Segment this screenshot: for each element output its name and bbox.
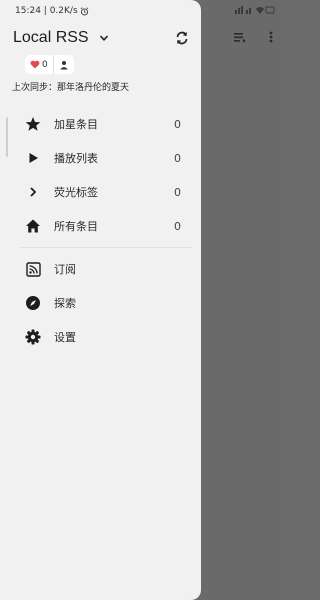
chevron-down-icon[interactable] bbox=[99, 33, 109, 43]
nav-item-highlight-tags[interactable]: 荧光标签 0 bbox=[0, 175, 201, 209]
person-icon bbox=[59, 60, 68, 69]
nav-item-all-entries[interactable]: 所有条目 0 bbox=[0, 209, 201, 243]
nav-item-explore[interactable]: 探索 bbox=[0, 286, 201, 320]
nav-label: 荧光标签 bbox=[54, 186, 98, 199]
nav-item-settings[interactable]: 设置 bbox=[0, 320, 201, 354]
background-toolbar bbox=[233, 30, 273, 44]
nav-label: 加星条目 bbox=[54, 118, 98, 131]
star-icon bbox=[24, 115, 42, 133]
nav-label: 所有条目 bbox=[54, 220, 98, 233]
alarm-icon bbox=[80, 6, 88, 15]
filter-list: 加星条目 0 播放列表 0 荧光标签 0 所有条目 0 订阅 探索 设置 bbox=[0, 107, 201, 354]
last-sync-text: 上次同步：那年洛丹伦的夏天 bbox=[12, 83, 130, 93]
nav-count: 0 bbox=[174, 151, 181, 165]
section-divider bbox=[20, 247, 191, 248]
home-icon bbox=[24, 217, 42, 235]
account-badges: 0 bbox=[25, 55, 74, 74]
nav-item-starred[interactable]: 加星条目 0 bbox=[0, 107, 201, 141]
sync-icon[interactable] bbox=[173, 29, 191, 47]
account-title[interactable]: Local RSS bbox=[13, 29, 89, 47]
gear-icon bbox=[24, 328, 42, 346]
user-badge[interactable] bbox=[53, 55, 74, 74]
status-time-net: 15:24 | 0.2K/s bbox=[15, 6, 78, 16]
nav-count: 0 bbox=[174, 185, 181, 199]
compass-icon bbox=[24, 294, 42, 312]
nav-label: 探索 bbox=[54, 297, 76, 310]
nav-item-playlist[interactable]: 播放列表 0 bbox=[0, 141, 201, 175]
list-icon bbox=[234, 33, 246, 43]
nav-label: 播放列表 bbox=[54, 152, 98, 165]
rss-feed-icon bbox=[24, 260, 42, 278]
nav-label: 订阅 bbox=[54, 263, 76, 276]
heart-icon bbox=[30, 60, 40, 69]
status-bar: 15:24 | 0.2K/s bbox=[15, 6, 89, 16]
nav-count: 0 bbox=[174, 219, 181, 233]
play-icon bbox=[24, 149, 42, 167]
chevron-right-icon bbox=[24, 183, 42, 201]
nav-item-subscriptions[interactable]: 订阅 bbox=[0, 252, 201, 286]
navigation-drawer: 15:24 | 0.2K/s Local RSS 0 上次同步：那年洛丹伦的夏天… bbox=[0, 0, 201, 600]
hearts-count: 0 bbox=[42, 59, 48, 70]
drawer-header: Local RSS bbox=[13, 27, 191, 49]
nav-count: 0 bbox=[174, 117, 181, 131]
more-vert-icon bbox=[269, 31, 273, 43]
signal-battery-icons bbox=[235, 6, 275, 14]
nav-label: 设置 bbox=[54, 331, 76, 344]
hearts-badge[interactable]: 0 bbox=[25, 55, 54, 74]
status-icons bbox=[235, 6, 275, 14]
